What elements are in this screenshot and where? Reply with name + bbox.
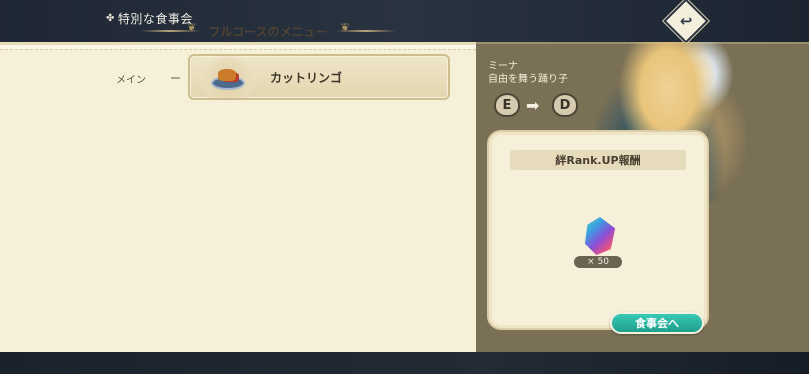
cut-apple-dish-icon (198, 56, 258, 98)
go-to-dinner-button[interactable]: 食事会へ (610, 312, 704, 334)
rank-from-badge: E (494, 93, 520, 117)
reward-heading: 絆Rank.UP報酬 (510, 150, 686, 170)
menu-heading-text: フルコースのメニュー (208, 24, 328, 39)
arrow-right-icon: ➡ (526, 96, 540, 115)
ornament-right-icon (335, 30, 397, 32)
rank-to-badge: D (552, 93, 578, 117)
course-label-main: メイン (116, 75, 146, 86)
utensils-icon: ✤ (106, 13, 115, 24)
back-arrow-icon: ↩ (679, 11, 693, 30)
bottom-bar (0, 352, 809, 374)
character-title: 自由を舞う踊り子 (488, 74, 568, 85)
dish-name: カットリンゴ (270, 70, 343, 85)
ornament-left-icon (140, 21, 201, 34)
course-dash: ー (170, 72, 181, 85)
menu-heading: フルコースのメニュー (140, 21, 397, 41)
reward-quantity: × 50 (574, 256, 622, 268)
apple-icon (218, 69, 236, 81)
dish-card-main[interactable]: カットリンゴ (188, 54, 450, 100)
